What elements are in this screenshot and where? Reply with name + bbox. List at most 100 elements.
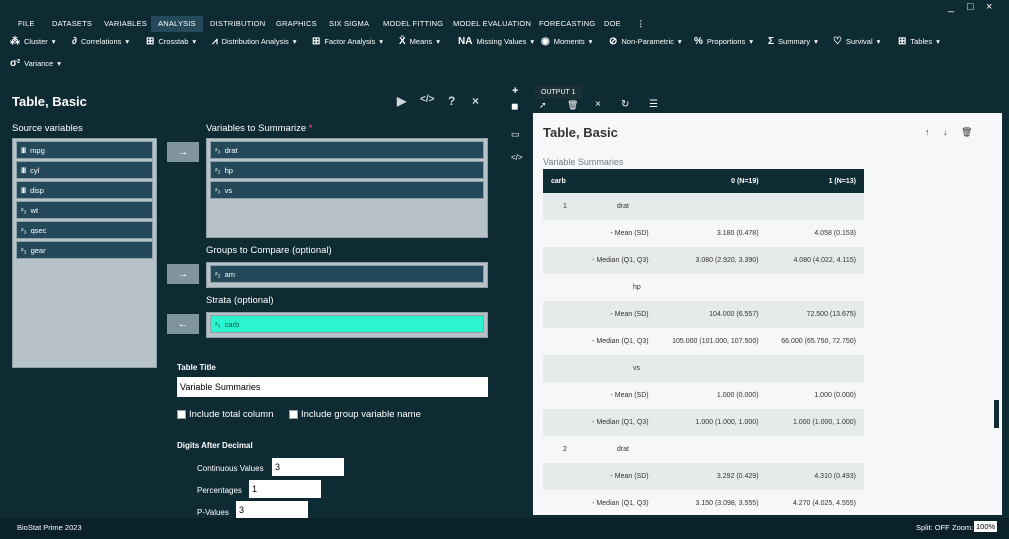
survival-button[interactable]: ♡ Survival ▾ — [833, 36, 880, 47]
split-status[interactable]: Split: OFF — [916, 523, 950, 532]
refresh-icon[interactable]: ↻ — [621, 99, 629, 110]
more-menu-icon[interactable]: ⋮ — [637, 19, 645, 28]
scrollbar-thumb[interactable] — [994, 400, 999, 428]
arrow-left-icon: ← — [177, 318, 189, 330]
move-down-icon[interactable]: ↓ — [943, 127, 948, 137]
list-item[interactable]: ²₃ drat — [210, 141, 484, 159]
delete-output-icon[interactable]: 🗑 — [961, 127, 972, 138]
table-cell: hp — [633, 284, 641, 291]
save-icon[interactable]: ◼ — [511, 101, 518, 112]
move-right-summarize-button[interactable]: → — [167, 142, 199, 162]
list-item[interactable]: ²₃ gear — [16, 241, 153, 259]
tables-button[interactable]: ⊞ Tables ▾ — [898, 36, 940, 47]
zoom-input[interactable]: 100% — [974, 521, 998, 532]
summary-button[interactable]: Σ Summary ▾ — [768, 36, 818, 47]
code-icon[interactable]: </> — [420, 94, 434, 105]
factor-analysis-button[interactable]: ⊞ Factor Analysis ▾ — [312, 36, 383, 47]
distribution-analysis-button[interactable]: ⩘ Distribution Analysis ▾ — [212, 36, 297, 47]
missing-values-button[interactable]: NA Missing Values ▾ — [458, 36, 534, 47]
move-right-groups-button[interactable]: → — [167, 264, 199, 284]
table-cell: 1.000 (0.000) — [716, 392, 759, 399]
table-cell — [767, 436, 864, 463]
table-cell — [656, 193, 767, 220]
code-view-icon[interactable]: </> — [511, 153, 523, 162]
dialog-panel: Table, Basic ▶ </> ? × Source variables … — [0, 78, 498, 518]
close-window-icon[interactable]: × — [986, 1, 992, 13]
minimize-icon[interactable]: _ — [948, 1, 954, 13]
numeric-icon: Ⅲ — [21, 165, 27, 175]
numeric-icon: Ⅲ — [21, 145, 27, 155]
help-icon[interactable]: ? — [448, 94, 455, 108]
window-icon[interactable]: ▭ — [511, 129, 520, 140]
close-icon[interactable]: × — [472, 94, 479, 108]
add-tab-icon[interactable]: + — [512, 85, 518, 97]
table-cell: vs — [543, 355, 657, 382]
list-item[interactable]: ²₃ am — [210, 265, 484, 283]
source-variables-label: Source variables — [12, 123, 83, 134]
table-cell — [767, 274, 864, 301]
checkbox-icon[interactable] — [177, 409, 186, 419]
list-item[interactable]: ²₃ wt — [16, 201, 153, 219]
clear-icon[interactable]: × — [595, 99, 601, 110]
table-cell: 72.500 (13.675) — [766, 301, 864, 328]
table-row: - Median (Q1, Q3) 1.000 (1.000, 1.000) 1… — [543, 409, 864, 436]
tab-output-1[interactable]: OUTPUT 1 — [535, 85, 582, 100]
table-row: vs — [543, 355, 864, 382]
table-cell — [766, 355, 864, 382]
percentages-input[interactable]: 1 — [249, 480, 321, 498]
move-left-strata-button[interactable]: ← — [167, 314, 199, 334]
list-icon[interactable]: ☰ — [649, 99, 658, 110]
menu-six-sigma[interactable]: SIX SIGMA — [329, 19, 369, 28]
menu-graphics[interactable]: GRAPHICS — [276, 19, 317, 28]
maximize-icon[interactable]: □ — [967, 1, 974, 13]
table-cell: - Mean (SD) — [610, 230, 649, 237]
menu-model-evaluation[interactable]: MODEL EVALUATION — [453, 19, 531, 28]
table-cell: 3.080 (2.920, 3.390) — [656, 247, 767, 274]
arrow-right-icon: → — [177, 146, 189, 158]
list-item[interactable]: ²₃ vs — [210, 181, 484, 199]
include-group-checkbox[interactable]: Include group variable name — [289, 409, 421, 420]
table-row: - Mean (SD) 3.292 (0.429) 4.310 (0.493) — [543, 463, 864, 490]
menu-forecasting[interactable]: FORECASTING — [539, 19, 595, 28]
pvalues-input[interactable]: 3 — [236, 501, 308, 518]
menu-model-fitting[interactable]: MODEL FITTING — [383, 19, 443, 28]
menu-analysis[interactable]: ANALYSIS — [151, 16, 203, 32]
menu-file[interactable]: FILE — [18, 19, 35, 28]
list-item[interactable]: ²₃ carb — [210, 315, 484, 333]
crosstab-button[interactable]: ⊞ Crosstab ▾ — [146, 36, 196, 47]
strata-label: Strata (optional) — [206, 295, 274, 306]
export-icon[interactable]: ➚ — [539, 100, 547, 111]
checkbox-icon[interactable] — [289, 409, 298, 419]
table-cell: - Mean (SD) — [543, 463, 657, 490]
proportions-button[interactable]: % Proportions ▾ — [694, 36, 753, 47]
moments-button[interactable]: ◉ Moments ▾ — [541, 36, 592, 47]
table-row: - Median (Q1, Q3) 105.000 (101.000, 107.… — [543, 328, 864, 355]
continuous-input[interactable]: 3 — [272, 458, 344, 476]
distribution-icon: ⩘ — [212, 36, 218, 47]
analysis-toolbar: ⁂ Cluster ▾ ∂ Correlations ▾ ⊞ Crosstab ▾ ⩘ Dis… — [0, 32, 1009, 78]
menu-doe[interactable]: DOE — [604, 19, 621, 28]
zoom-label: Zoom: — [952, 523, 974, 532]
summary-table: carb 0 (N=19) 1 (N=13) 1 drat - Mean (SD)… — [543, 169, 864, 515]
correlations-button[interactable]: ∂ Correlations ▾ — [72, 36, 129, 47]
menu-variables[interactable]: VARIABLES — [104, 19, 147, 28]
menu-distribution[interactable]: DISTRIBUTION — [210, 19, 265, 28]
menu-datasets[interactable]: DATASETS — [52, 19, 92, 28]
list-item[interactable]: Ⅲdisp — [16, 181, 153, 199]
table-cell: - Median (Q1, Q3) — [543, 247, 657, 274]
list-item[interactable]: ²₃ qsec — [16, 221, 153, 239]
move-up-icon[interactable]: ↑ — [925, 127, 930, 137]
factor-icon: ²₃ — [215, 145, 221, 155]
table-title-input[interactable]: Variable Summaries — [177, 377, 488, 397]
run-icon[interactable]: ▶ — [397, 94, 406, 108]
delete-icon[interactable]: 🗑 — [567, 100, 578, 111]
variance-button[interactable]: σ² Variance ▾ — [10, 58, 61, 69]
list-item[interactable]: Ⅲcyl — [16, 161, 153, 179]
cluster-button[interactable]: ⁂ Cluster ▾ — [10, 36, 56, 47]
include-total-checkbox[interactable]: Include total column — [177, 409, 274, 420]
list-item[interactable]: Ⅲmpg — [16, 141, 153, 159]
list-item[interactable]: ²₃ hp — [210, 161, 484, 179]
non-parametric-button[interactable]: ⊘ Non-Parametric ▾ — [609, 36, 682, 47]
table-header-row: carb 0 (N=19) 1 (N=13) — [543, 169, 864, 193]
means-button[interactable]: X̄ Means ▾ — [399, 36, 440, 47]
